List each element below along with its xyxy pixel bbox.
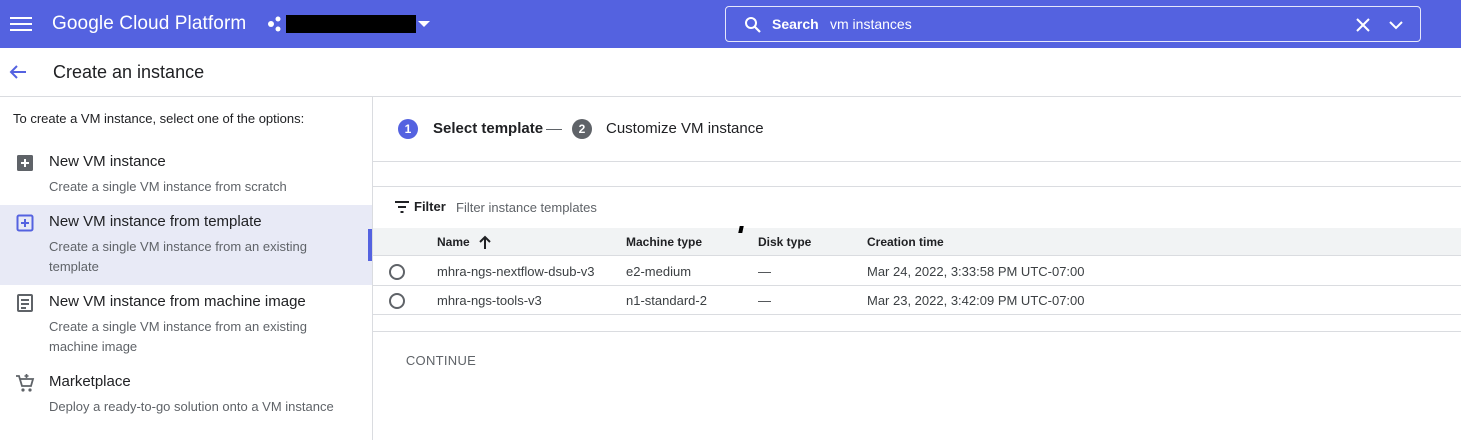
option-description: Create a single VM instance from an exis… bbox=[49, 239, 307, 274]
cell-machine-type: n1-standard-2 bbox=[626, 293, 707, 308]
continue-button[interactable]: CONTINUE bbox=[398, 346, 484, 374]
option-marketplace[interactable]: Marketplace Deploy a ready-to-go solutio… bbox=[0, 365, 372, 425]
search-label: Search bbox=[772, 16, 819, 32]
column-header-name[interactable]: Name bbox=[437, 235, 470, 249]
search-box[interactable]: Search bbox=[725, 6, 1421, 42]
option-new-vm-from-template[interactable]: New VM instance from template Create a s… bbox=[0, 205, 372, 285]
step-label-select-template[interactable]: Select template bbox=[433, 120, 543, 137]
option-title: New VM instance bbox=[49, 153, 166, 170]
hamburger-menu-icon[interactable] bbox=[10, 14, 32, 34]
back-arrow-icon[interactable] bbox=[8, 62, 28, 82]
option-description: Create a single VM instance from scratch bbox=[49, 179, 287, 194]
column-header-creation-time[interactable]: Creation time bbox=[867, 235, 944, 249]
divider bbox=[373, 186, 1461, 187]
column-header-machine-type[interactable]: Machine type bbox=[626, 235, 702, 249]
option-title: New VM instance from template bbox=[49, 213, 262, 230]
option-new-vm-instance[interactable]: New VM instance Create a single VM insta… bbox=[0, 145, 372, 205]
sort-ascending-arrow-icon[interactable] bbox=[478, 234, 492, 250]
option-new-vm-from-machine-image[interactable]: New VM instance from machine image Creat… bbox=[0, 285, 372, 365]
divider bbox=[373, 331, 1461, 332]
option-title: Marketplace bbox=[49, 373, 131, 390]
options-intro-text: To create a VM instance, select one of t… bbox=[13, 111, 305, 126]
step-number: 1 bbox=[398, 119, 418, 139]
step-label-customize-vm[interactable]: Customize VM instance bbox=[606, 120, 764, 137]
add-box-outline-icon bbox=[16, 214, 34, 232]
cell-creation-time: Mar 24, 2022, 3:33:58 PM UTC-07:00 bbox=[867, 264, 1085, 279]
cart-icon bbox=[16, 374, 35, 392]
cell-machine-type: e2-medium bbox=[626, 264, 692, 279]
option-description: Deploy a ready-to-go solution onto a VM … bbox=[49, 399, 334, 414]
project-dropdown-caret-icon[interactable] bbox=[418, 21, 430, 27]
search-icon bbox=[745, 17, 761, 33]
project-name-redacted[interactable] bbox=[286, 15, 416, 33]
page-header: Create an instance bbox=[0, 48, 1461, 97]
table-row[interactable]: mhra-ngs-tools-v3 n1-standard-2 — Mar 23… bbox=[373, 286, 1461, 315]
option-title: New VM instance from machine image bbox=[49, 293, 306, 310]
row-radio-button[interactable] bbox=[389, 264, 405, 280]
filter-input[interactable] bbox=[456, 197, 856, 217]
step-separator bbox=[546, 129, 562, 130]
option-description: Create a single VM instance from an exis… bbox=[49, 319, 307, 354]
table-row[interactable]: mhra-ngs-nextflow-dsub-v3 e2-medium — Ma… bbox=[373, 257, 1461, 286]
cell-creation-time: Mar 23, 2022, 3:42:09 PM UTC-07:00 bbox=[867, 293, 1085, 308]
cell-disk-type: — bbox=[758, 264, 771, 279]
row-radio-button[interactable] bbox=[389, 293, 405, 309]
filter-icon[interactable] bbox=[394, 200, 410, 214]
table-header: Name Machine type Disk type Creation tim… bbox=[373, 228, 1461, 256]
divider bbox=[373, 161, 1461, 162]
chevron-down-icon[interactable] bbox=[1388, 18, 1404, 32]
cell-name: mhra-ngs-tools-v3 bbox=[437, 293, 542, 308]
add-box-icon bbox=[17, 155, 33, 171]
column-header-disk-type[interactable]: Disk type bbox=[758, 235, 811, 249]
page-title: Create an instance bbox=[53, 62, 205, 82]
cell-name: mhra-ngs-nextflow-dsub-v3 bbox=[437, 264, 595, 279]
project-picker-icon[interactable] bbox=[267, 15, 283, 33]
clear-search-icon[interactable] bbox=[1355, 17, 1371, 33]
machine-image-icon bbox=[17, 294, 33, 312]
top-app-bar: Google Cloud Platform Search bbox=[0, 0, 1461, 48]
filter-label[interactable]: Filter bbox=[414, 199, 446, 214]
cell-disk-type: — bbox=[758, 293, 771, 308]
creation-options-panel: To create a VM instance, select one of t… bbox=[0, 97, 373, 440]
search-input[interactable] bbox=[830, 13, 1330, 35]
brand-title[interactable]: Google Cloud Platform bbox=[52, 13, 246, 35]
step-number: 2 bbox=[572, 119, 592, 139]
